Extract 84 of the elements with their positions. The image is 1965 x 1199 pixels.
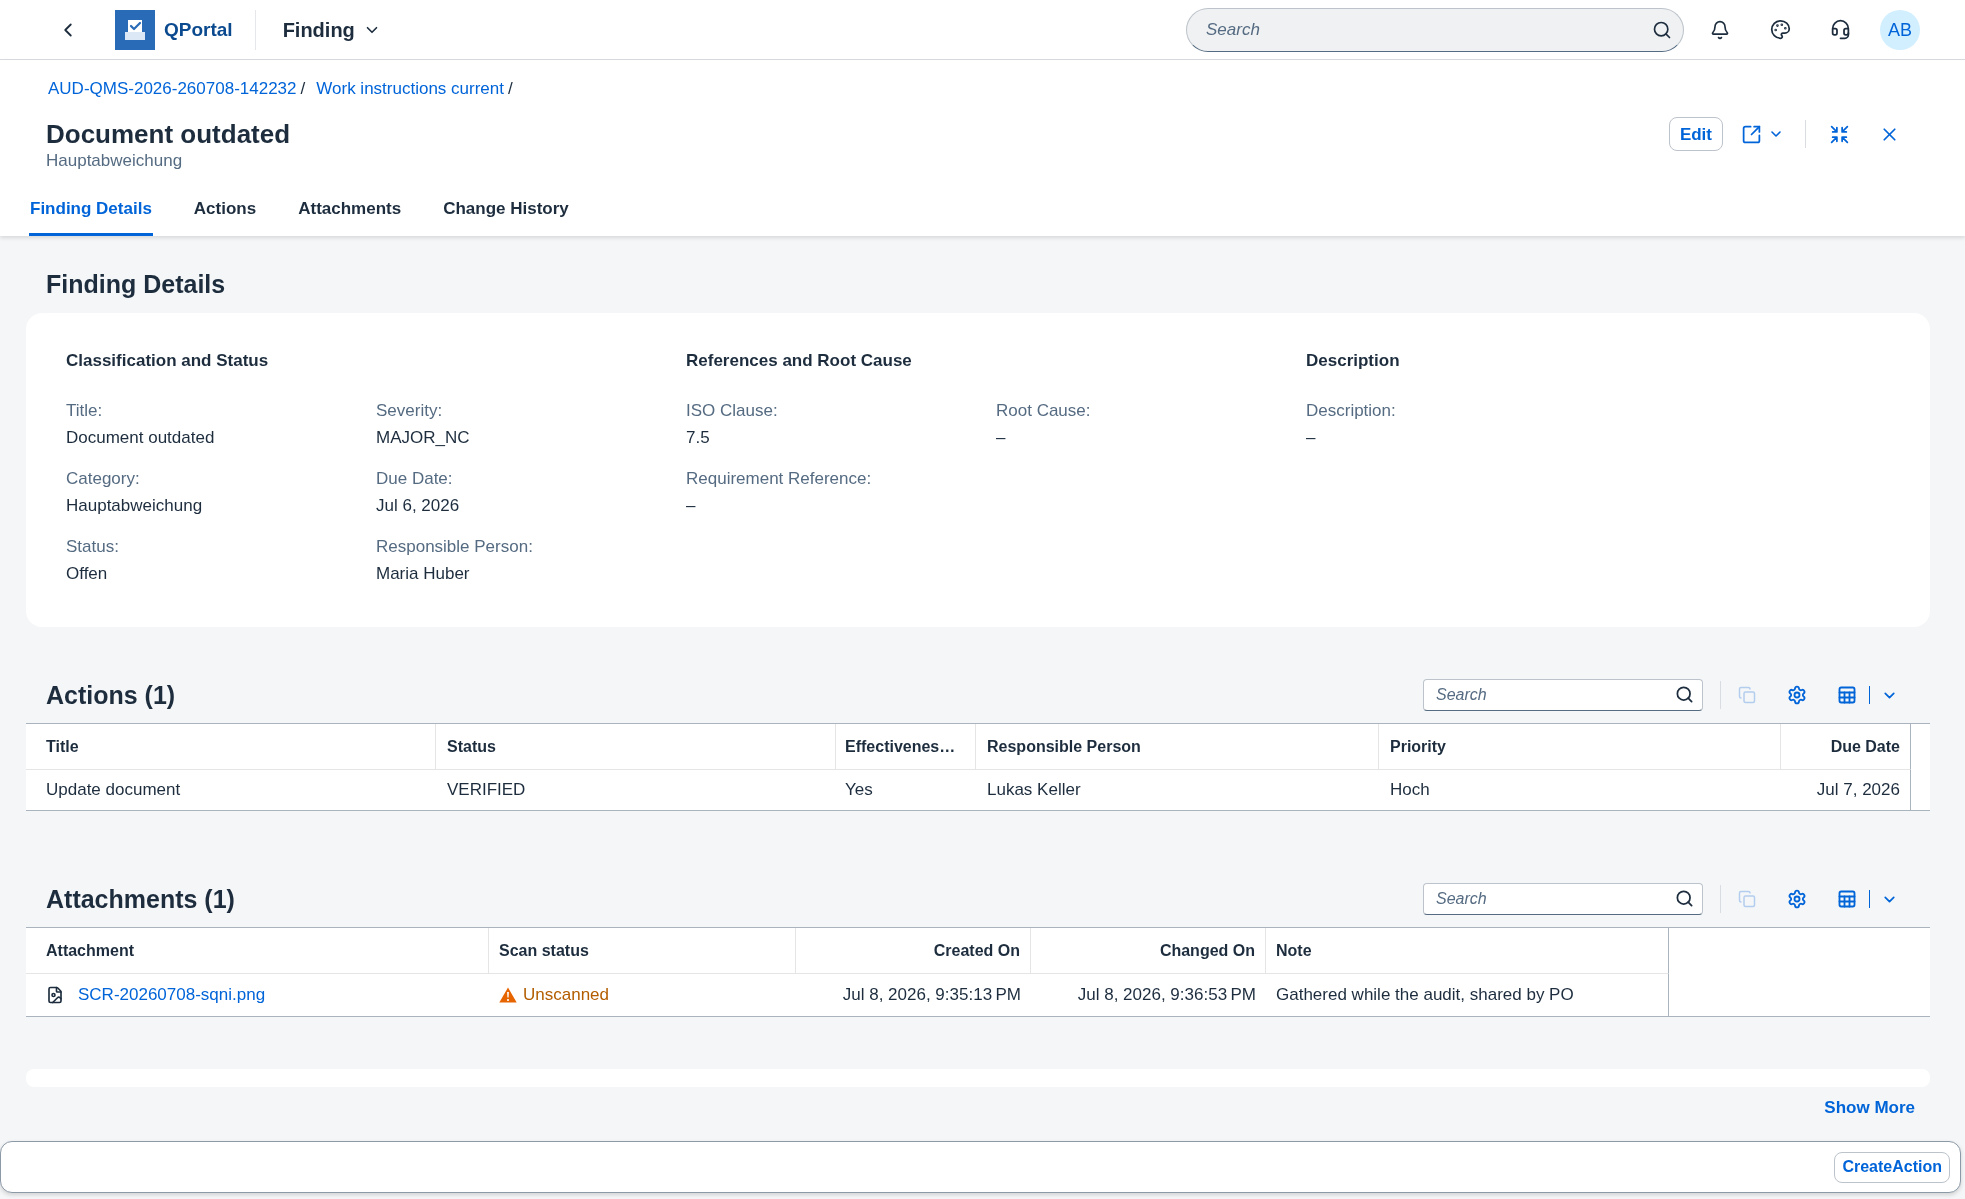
column-header: Priority (1379, 724, 1781, 770)
copy-icon (1738, 890, 1756, 908)
table-cell-text: Yes (844, 779, 874, 802)
column-header: Note (1266, 928, 1669, 974)
field-label: Severity: (376, 400, 443, 422)
breadcrumb-separator: / (508, 78, 513, 100)
column-header: Changed On (1031, 928, 1266, 974)
field-value: MAJOR_NC (376, 427, 470, 449)
table-cell: Gathered while the audit, shared by PO (1266, 974, 1669, 1016)
field-value: Document outdated (66, 427, 215, 449)
section-heading: Finding Details (46, 269, 226, 300)
breadcrumb-link[interactable]: Work instructions current (316, 78, 504, 100)
tab[interactable]: Actions (192, 184, 258, 236)
search-field[interactable]: Search (1186, 7, 1684, 52)
table-cell: Jul 7, 2026 (1781, 770, 1911, 810)
column-header: Due Date (1781, 724, 1911, 770)
field-value: Jul 6, 2026 (376, 495, 460, 517)
table-cell-text: Lukas Keller (986, 779, 1082, 802)
image-file-icon (46, 986, 64, 1004)
spreadsheet-icon (1837, 889, 1857, 909)
share-icon (1741, 123, 1762, 145)
breadcrumb-separator: / (300, 78, 306, 100)
shrink-icon (1828, 123, 1850, 145)
field-value: Offen (66, 563, 108, 585)
field-label: Root Cause: (996, 400, 1091, 422)
column-header: Created On (796, 928, 1031, 974)
app-title: QPortal (164, 17, 233, 42)
scan-status-text: Unscanned (523, 984, 609, 1007)
table-search-field[interactable]: Search (1423, 883, 1703, 915)
table-cell-text: Jul 8, 2026, 9:36:53 PM (1076, 984, 1257, 1007)
tab[interactable]: Change History (442, 184, 570, 236)
search-icon (1652, 19, 1672, 40)
column-header: Status (436, 724, 836, 770)
page-subtitle: Hauptabweichung (46, 151, 183, 171)
section-heading: Actions (1) (46, 680, 176, 711)
headset-icon (1829, 19, 1851, 40)
field-value: Hauptabweichung (66, 495, 203, 517)
column-header: Title (26, 724, 436, 770)
group-heading: References and Root Cause (686, 350, 912, 372)
table-cell-text: Jul 8, 2026, 9:35:13 PM (841, 984, 1022, 1007)
field-value: 7.5 (686, 427, 710, 449)
table-cell-text: Hoch (1389, 779, 1431, 802)
table-cell-text: Update document (45, 779, 182, 802)
group-heading: Description (1306, 350, 1400, 372)
field-label: Title: (66, 400, 103, 422)
show-more-link[interactable]: Show More (1824, 1097, 1915, 1119)
page-title: Document outdated (46, 118, 291, 150)
field-value: – (686, 495, 696, 517)
avatar-button[interactable]: AB (1880, 9, 1920, 50)
field-label: Description: (1306, 400, 1396, 422)
column-header: Effectivenes… (836, 724, 976, 770)
field-value: – (996, 427, 1006, 449)
section-heading: Attachments (1) (46, 884, 235, 915)
bell-icon (1710, 19, 1730, 40)
settings-icon (1787, 685, 1807, 705)
group-heading: Classification and Status (66, 350, 269, 372)
search-icon (1675, 685, 1694, 704)
copy-icon (1738, 686, 1756, 704)
field-value: – (1306, 427, 1316, 449)
field-label: Requirement Reference: (686, 468, 872, 490)
warning-icon (499, 987, 517, 1003)
edit-button[interactable]: Edit (1668, 117, 1723, 151)
field-label: Category: (66, 468, 140, 490)
column-header: Scan status (489, 928, 796, 974)
field-label: Status: (66, 536, 119, 558)
field-label: Due Date: (376, 468, 453, 490)
tab[interactable]: Attachments (297, 184, 403, 236)
column-header: Responsible Person (976, 724, 1379, 770)
search-icon (1675, 889, 1694, 908)
field-label: Responsible Person: (376, 536, 533, 558)
palette-icon (1769, 19, 1791, 40)
create-action-button[interactable]: CreateAction (1834, 1151, 1950, 1183)
column-header: Attachment (26, 928, 489, 974)
field-label: ISO Clause: (686, 400, 778, 422)
settings-icon (1787, 889, 1807, 909)
spreadsheet-icon (1837, 685, 1857, 705)
page-title-menu[interactable]: Finding (282, 16, 381, 43)
file-link[interactable]: SCR-20260708-sqni.png (78, 982, 266, 1008)
breadcrumb-link[interactable]: AUD-QMS-2026-260708-142232 (48, 78, 297, 100)
field-value: Maria Huber (376, 563, 470, 585)
table-search-field[interactable]: Search (1423, 679, 1703, 711)
app-logo-icon (115, 9, 155, 50)
table-cell-text: VERIFIED (446, 779, 527, 802)
tab[interactable]: Finding Details (29, 184, 153, 236)
